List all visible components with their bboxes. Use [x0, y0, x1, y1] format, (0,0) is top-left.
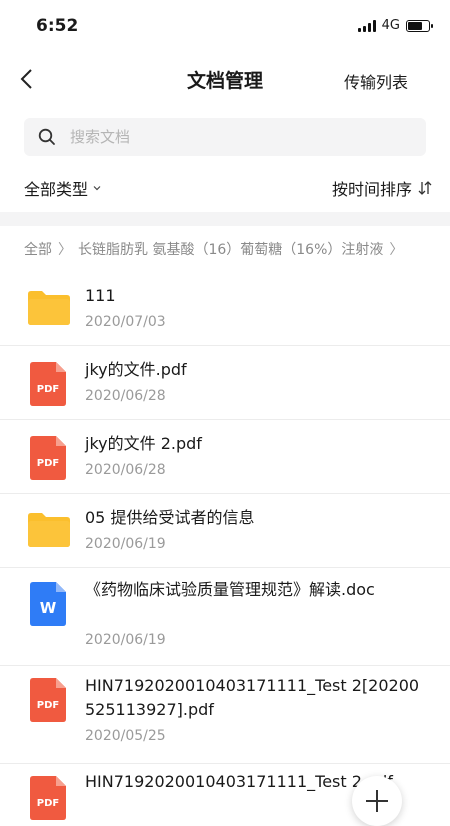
- chevron-right-icon: 〉: [389, 242, 404, 258]
- file-name: 05 提供给受试者的信息: [85, 508, 255, 527]
- battery-icon: [406, 19, 433, 32]
- breadcrumb-folder[interactable]: 长链脂肪乳 氨基酸（16）葡萄糖（16%）注射液: [78, 239, 383, 259]
- status-indicators: 4G: [357, 18, 433, 33]
- file-date: 2020/06/19: [85, 536, 166, 552]
- file-date: 2020/05/25: [85, 728, 166, 744]
- file-date: 2020/07/03: [85, 314, 166, 330]
- breadcrumb-root[interactable]: 全部: [24, 239, 52, 259]
- search-input[interactable]: [68, 127, 402, 147]
- file-name: 111: [85, 286, 116, 305]
- type-filter-dropdown[interactable]: 全部类型: [24, 176, 102, 200]
- list-item[interactable]: PDF HIN7192020010403171111_Test 2[202005…: [0, 666, 450, 764]
- breadcrumb: 全部 〉 长链脂肪乳 氨基酸（16）葡萄糖（16%）注射液 〉: [24, 238, 434, 260]
- transfer-list-button[interactable]: 传输列表: [344, 69, 408, 93]
- chevron-down-icon: [93, 186, 101, 191]
- folder-icon: [28, 291, 70, 325]
- file-date: 2020/06/19: [85, 632, 166, 648]
- pdf-icon: PDF: [30, 436, 66, 480]
- file-name: HIN7192020010403171111_Test 2[2020052511…: [85, 676, 420, 719]
- nav-bar: 文档管理 传输列表: [0, 52, 450, 106]
- sort-label: 按时间排序: [331, 180, 412, 199]
- word-badge: W: [40, 599, 57, 617]
- file-date: 2020/06/28: [85, 462, 166, 478]
- word-icon: W: [30, 582, 66, 626]
- list-item[interactable]: 111 2020/07/03: [0, 272, 450, 346]
- pdf-icon: PDF: [30, 776, 66, 820]
- list-item[interactable]: 05 提供给受试者的信息 2020/06/19: [0, 494, 450, 568]
- filter-bar: 全部类型 按时间排序: [0, 172, 450, 204]
- list-item[interactable]: PDF jky的文件 2.pdf 2020/06/28: [0, 420, 450, 494]
- pdf-badge: PDF: [37, 384, 59, 395]
- type-filter-label: 全部类型: [24, 180, 89, 199]
- sort-button[interactable]: 按时间排序: [332, 176, 432, 200]
- section-divider: [0, 212, 450, 226]
- signal-icon: [357, 19, 376, 32]
- folder-icon: [28, 513, 70, 547]
- file-list: 111 2020/07/03 PDF jky的文件.pdf 2020/06/28…: [0, 272, 450, 824]
- search-icon: [38, 128, 55, 145]
- network-label: 4G: [381, 18, 400, 33]
- file-name: jky的文件.pdf: [85, 360, 187, 379]
- file-name: 《药物临床试验质量管理规范》解读.doc: [85, 580, 375, 599]
- search-box[interactable]: [24, 118, 426, 156]
- list-item[interactable]: W 《药物临床试验质量管理规范》解读.doc 2020/06/19: [0, 568, 450, 666]
- pdf-badge: PDF: [37, 458, 59, 469]
- pdf-icon: PDF: [30, 678, 66, 722]
- pdf-icon: PDF: [30, 362, 66, 406]
- chevron-right-icon: 〉: [58, 242, 72, 258]
- status-time: 6:52: [36, 16, 79, 36]
- status-bar: 6:52 4G: [0, 0, 450, 52]
- sort-icon: [418, 181, 432, 195]
- pdf-badge: PDF: [37, 700, 59, 711]
- add-file-button[interactable]: [352, 776, 402, 826]
- list-item[interactable]: PDF jky的文件.pdf 2020/06/28: [0, 346, 450, 420]
- file-name: jky的文件 2.pdf: [85, 434, 202, 453]
- file-date: 2020/06/28: [85, 388, 166, 404]
